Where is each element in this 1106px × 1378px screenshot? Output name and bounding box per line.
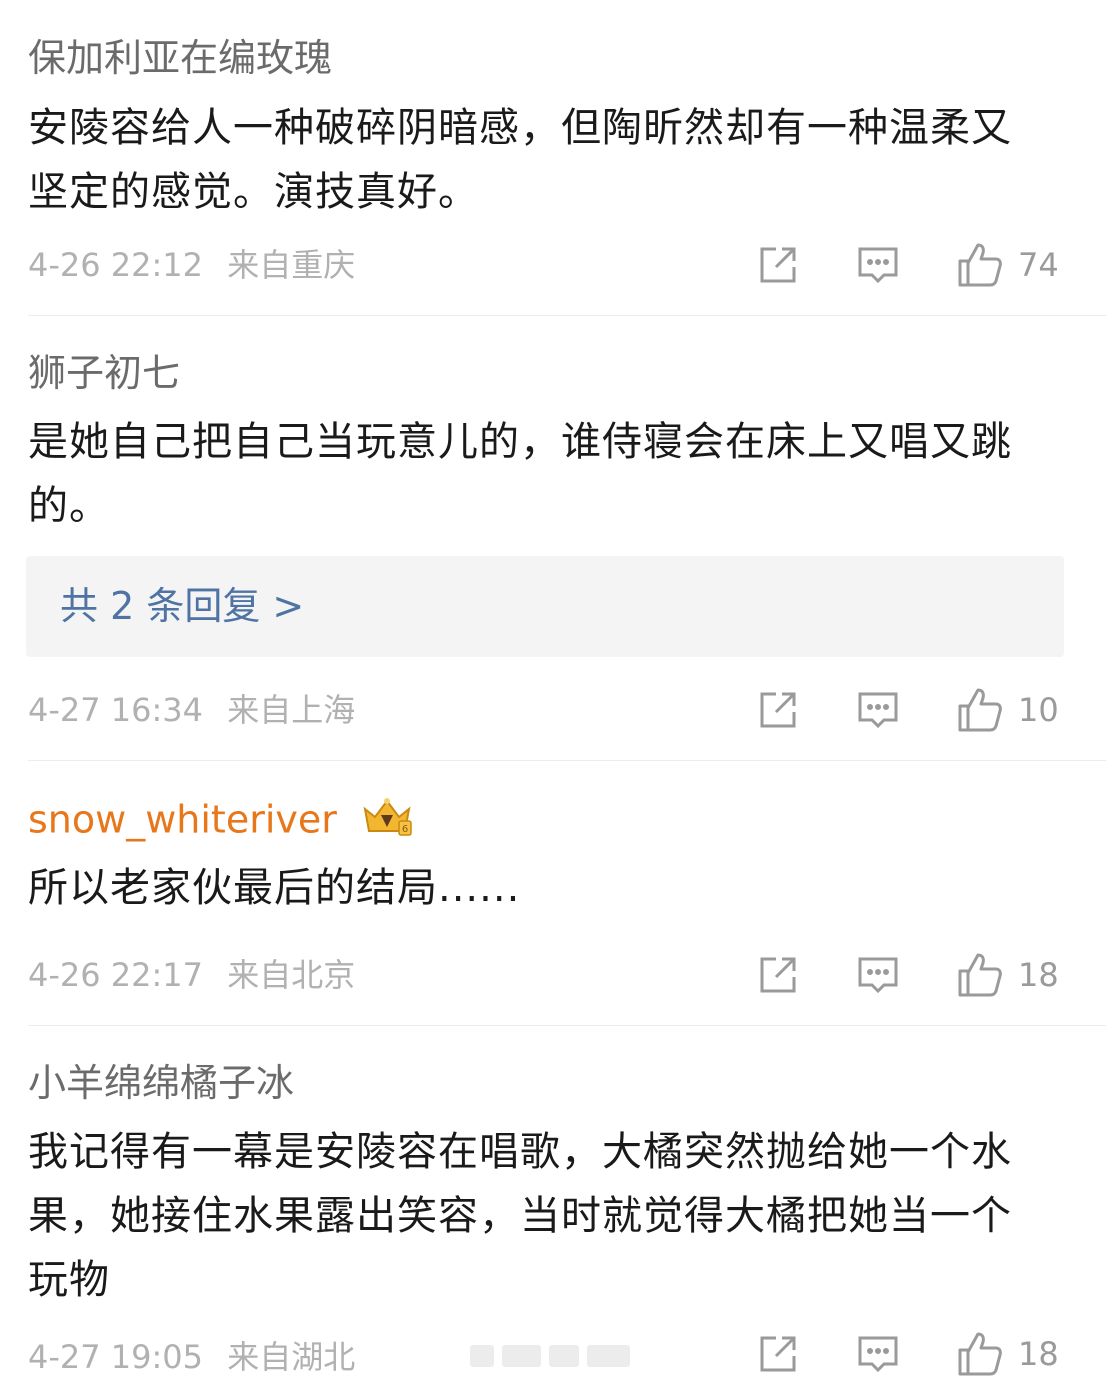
share-square-icon [760, 957, 796, 993]
comment-divider [28, 1025, 1106, 1026]
share-square-icon [760, 247, 796, 283]
vip-crown-badge-icon: 6 [359, 795, 415, 849]
comment-username-text: snow_whiteriver [28, 797, 337, 842]
like-button[interactable]: 18 [956, 1330, 1059, 1378]
view-replies-link[interactable]: 共 2 条回复 > [60, 582, 304, 630]
comment-actions: 10 [0, 686, 1106, 734]
like-count: 18 [1018, 956, 1059, 994]
forward-button[interactable] [756, 241, 800, 289]
comment-bubble-icon [858, 247, 898, 284]
like-button[interactable]: 10 [956, 686, 1059, 734]
reply-button[interactable] [856, 1330, 900, 1378]
like-count: 74 [1018, 246, 1059, 284]
thumbs-up-icon [958, 243, 1002, 287]
thumbs-up-icon [958, 953, 1002, 997]
share-square-icon [760, 1336, 796, 1372]
comment-username[interactable]: snow_whiteriver 6 [28, 795, 415, 849]
like-button[interactable]: 18 [956, 951, 1059, 999]
comment-divider [28, 315, 1106, 316]
comment-text: 安陵容给人一种破碎阴暗感，但陶昕然却有一种温柔又坚定的感觉。演技真好。 [28, 105, 1012, 215]
comment-text: 是她自己把自己当玩意儿的，谁侍寝会在床上又唱又跳的。 [28, 419, 1012, 529]
replies-box[interactable]: 共 2 条回复 > [26, 556, 1064, 657]
comment-text: 我记得有一幕是安陵容在唱歌，大橘突然抛给她一个水果，她接住水果露出笑容，当时就觉… [28, 1129, 1012, 1303]
comment-username[interactable]: 保加利亚在编玫瑰 [28, 35, 332, 81]
reply-button[interactable] [856, 951, 900, 999]
like-count: 10 [1018, 691, 1059, 729]
forward-button[interactable] [756, 1330, 800, 1378]
thumbs-up-icon [958, 688, 1002, 732]
thumbs-up-icon [958, 1332, 1002, 1376]
watermark [470, 1345, 630, 1367]
comment-bubble-icon [858, 692, 898, 729]
comment-username[interactable]: 狮子初七 [28, 350, 180, 396]
svg-text:6: 6 [402, 824, 408, 835]
reply-button[interactable] [856, 241, 900, 289]
comment-text: 所以老家伙最后的结局...... [28, 865, 521, 911]
share-square-icon [760, 692, 796, 728]
comment-actions: 18 [0, 951, 1106, 999]
forward-button[interactable] [756, 951, 800, 999]
like-button[interactable]: 74 [956, 241, 1059, 289]
reply-button[interactable] [856, 686, 900, 734]
like-count: 18 [1018, 1335, 1059, 1373]
comment-bubble-icon [858, 957, 898, 994]
comment-divider [28, 760, 1106, 761]
comment-username[interactable]: 小羊绵绵橘子冰 [28, 1060, 294, 1106]
forward-button[interactable] [756, 686, 800, 734]
comment-bubble-icon [858, 1336, 898, 1373]
comment-actions: 74 [0, 241, 1106, 289]
